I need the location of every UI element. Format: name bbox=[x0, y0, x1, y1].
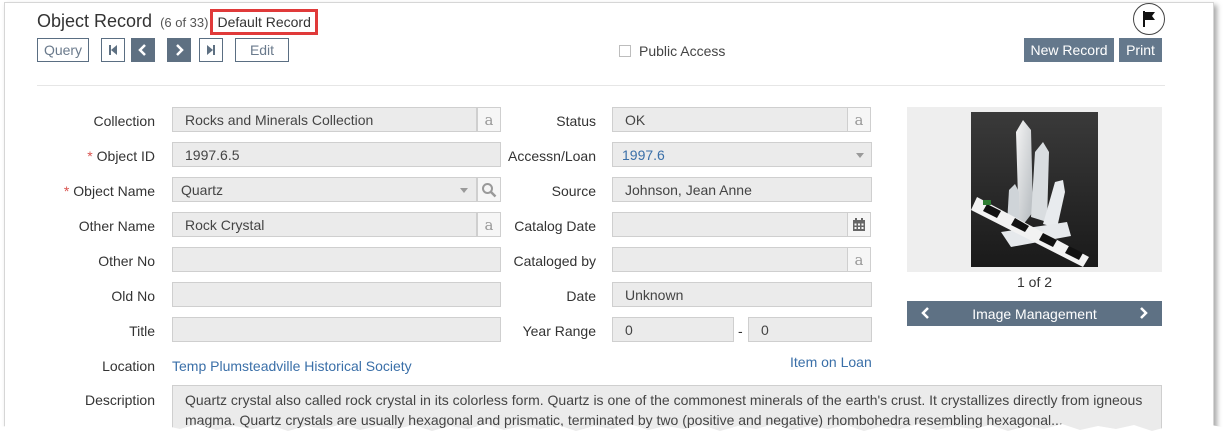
chevron-right-icon bbox=[1140, 306, 1148, 319]
old-no-label: Old No bbox=[111, 288, 155, 304]
description-label: Description bbox=[84, 392, 155, 408]
quartz-photo-image bbox=[971, 112, 1098, 267]
status-field[interactable]: OK bbox=[612, 107, 848, 132]
object-name-field[interactable]: Quartz bbox=[172, 177, 477, 202]
new-record-button[interactable]: New Record bbox=[1024, 38, 1114, 62]
default-record-link[interactable]: Default Record bbox=[210, 9, 318, 35]
record-header: Object Record (6 of 33) Default Record bbox=[37, 9, 318, 35]
search-icon bbox=[482, 182, 497, 197]
a-lookup-icon[interactable]: a bbox=[847, 247, 871, 272]
first-record-icon bbox=[109, 45, 117, 55]
item-on-loan-link[interactable]: Item on Loan bbox=[790, 354, 872, 370]
old-no-field[interactable] bbox=[172, 282, 501, 307]
other-no-label: Other No bbox=[98, 253, 155, 269]
first-record-button[interactable] bbox=[101, 38, 125, 62]
flag-icon bbox=[1143, 11, 1155, 27]
a-lookup-icon[interactable]: a bbox=[477, 212, 501, 237]
next-record-icon bbox=[176, 44, 184, 56]
chevron-left-icon bbox=[921, 306, 929, 319]
object-photo[interactable] bbox=[971, 112, 1098, 267]
object-record-window: Object Record (6 of 33) Default Record Q… bbox=[4, 2, 1214, 442]
calendar-icon bbox=[853, 217, 865, 231]
catalog-date-label: Catalog Date bbox=[514, 218, 596, 234]
required-marker: * bbox=[87, 148, 93, 164]
image-next-button[interactable] bbox=[1138, 306, 1148, 322]
image-count: 1 of 2 bbox=[1016, 274, 1053, 290]
header-divider bbox=[37, 85, 1165, 86]
year-range-separator: - bbox=[738, 323, 743, 339]
public-access: Public Access bbox=[619, 43, 725, 59]
other-no-field[interactable] bbox=[172, 247, 501, 272]
query-button[interactable]: Query bbox=[37, 38, 89, 62]
source-field[interactable]: Johnson, Jean Anne bbox=[612, 177, 872, 202]
catalog-date-field[interactable] bbox=[612, 212, 848, 237]
date-field[interactable]: Unknown bbox=[612, 282, 872, 307]
a-lookup-icon[interactable]: a bbox=[477, 107, 501, 132]
chevron-down-icon bbox=[460, 188, 468, 193]
object-id-label: * Object ID bbox=[87, 148, 155, 164]
year-range-label: Year Range bbox=[522, 323, 596, 339]
source-label: Source bbox=[551, 183, 596, 199]
a-lookup-icon[interactable]: a bbox=[847, 107, 871, 132]
image-prev-button[interactable] bbox=[921, 306, 931, 322]
public-access-label: Public Access bbox=[639, 43, 726, 59]
object-name-label: * Object Name bbox=[63, 183, 155, 199]
record-count: (6 of 33) bbox=[160, 15, 209, 30]
next-record-button[interactable] bbox=[167, 38, 191, 62]
chevron-down-icon bbox=[856, 153, 864, 158]
search-button[interactable] bbox=[477, 177, 501, 202]
title-field[interactable] bbox=[172, 317, 501, 342]
prev-record-button[interactable] bbox=[131, 38, 155, 62]
prev-record-icon bbox=[138, 44, 146, 56]
accessn-loan-field[interactable]: 1997.6 bbox=[612, 142, 872, 167]
status-label: Status bbox=[556, 113, 596, 129]
page-title: Object Record bbox=[37, 11, 153, 31]
calendar-button[interactable] bbox=[847, 212, 871, 237]
flag-button[interactable] bbox=[1133, 3, 1165, 35]
collection-label: Collection bbox=[93, 113, 155, 129]
cataloged-by-label: Cataloged by bbox=[513, 253, 596, 269]
other-name-label: Other Name bbox=[78, 218, 155, 234]
location-label: Location bbox=[102, 358, 155, 374]
print-button[interactable]: Print bbox=[1119, 38, 1162, 62]
edit-button[interactable]: Edit bbox=[235, 38, 289, 62]
last-record-icon bbox=[207, 45, 215, 55]
collection-field[interactable]: Rocks and Minerals Collection bbox=[172, 107, 477, 132]
required-marker: * bbox=[63, 183, 70, 199]
torn-edge-decoration bbox=[0, 424, 1227, 443]
public-access-checkbox[interactable] bbox=[619, 45, 631, 57]
cataloged-by-field[interactable] bbox=[612, 247, 848, 272]
title-label: Title bbox=[129, 323, 155, 339]
other-name-field[interactable]: Rock Crystal bbox=[172, 212, 477, 237]
year-range-from-field[interactable]: 0 bbox=[612, 317, 734, 342]
image-panel bbox=[907, 107, 1162, 272]
image-management-button[interactable]: Image Management bbox=[972, 306, 1097, 322]
object-id-field[interactable]: 1997.6.5 bbox=[172, 142, 501, 167]
image-management-bar: Image Management bbox=[907, 301, 1162, 326]
accessn-loan-label: Accessn/Loan bbox=[508, 148, 596, 164]
location-link[interactable]: Temp Plumsteadville Historical Society bbox=[172, 358, 412, 374]
date-label: Date bbox=[566, 288, 596, 304]
last-record-button[interactable] bbox=[199, 38, 223, 62]
year-range-to-field[interactable]: 0 bbox=[748, 317, 872, 342]
